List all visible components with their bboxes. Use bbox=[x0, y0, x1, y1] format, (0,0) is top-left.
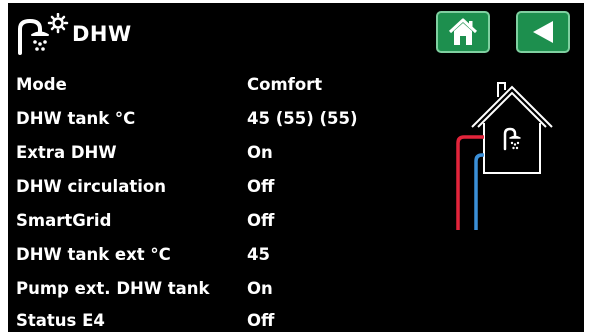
home-button[interactable] bbox=[436, 11, 490, 53]
row-extra-dhw[interactable]: Extra DHW On bbox=[8, 137, 438, 170]
row-value: 45 bbox=[247, 245, 270, 264]
row-label: Status E4 bbox=[16, 311, 105, 330]
dhw-screen: DHW Mode Comfort DHW tank °C 45 (55) (55… bbox=[8, 3, 584, 332]
row-value: Off bbox=[247, 311, 275, 330]
home-icon bbox=[448, 18, 478, 45]
row-dhw-tank-ext-temp[interactable]: DHW tank ext °C 45 bbox=[8, 239, 438, 272]
row-value: Off bbox=[247, 177, 275, 196]
row-status-e4[interactable]: Status E4 Off bbox=[8, 305, 438, 332]
row-label: SmartGrid bbox=[16, 211, 112, 230]
row-label: DHW circulation bbox=[16, 177, 166, 196]
page-title: DHW bbox=[72, 22, 132, 46]
row-label: Pump ext. DHW tank bbox=[16, 279, 210, 298]
row-dhw-circulation[interactable]: DHW circulation Off bbox=[8, 171, 438, 204]
row-smartgrid[interactable]: SmartGrid Off bbox=[8, 205, 438, 238]
row-value: Off bbox=[247, 211, 275, 230]
back-arrow-icon bbox=[533, 21, 553, 43]
row-value: On bbox=[247, 143, 273, 162]
row-value: 45 (55) (55) bbox=[247, 109, 358, 128]
row-mode[interactable]: Mode Comfort bbox=[8, 69, 438, 102]
row-dhw-tank-temp[interactable]: DHW tank °C 45 (55) (55) bbox=[8, 103, 438, 136]
back-button[interactable] bbox=[516, 11, 570, 53]
row-value: Comfort bbox=[247, 75, 323, 94]
row-label: Extra DHW bbox=[16, 143, 117, 162]
row-label: DHW tank °C bbox=[16, 109, 136, 128]
row-value: On bbox=[247, 279, 273, 298]
row-label: Mode bbox=[16, 75, 67, 94]
house-dhw-diagram bbox=[448, 75, 574, 235]
house-dhw-icon bbox=[471, 82, 553, 174]
row-pump-ext-dhw-tank[interactable]: Pump ext. DHW tank On bbox=[8, 273, 438, 306]
dhw-shower-sun-icon bbox=[14, 12, 70, 61]
row-label: DHW tank ext °C bbox=[16, 245, 171, 264]
